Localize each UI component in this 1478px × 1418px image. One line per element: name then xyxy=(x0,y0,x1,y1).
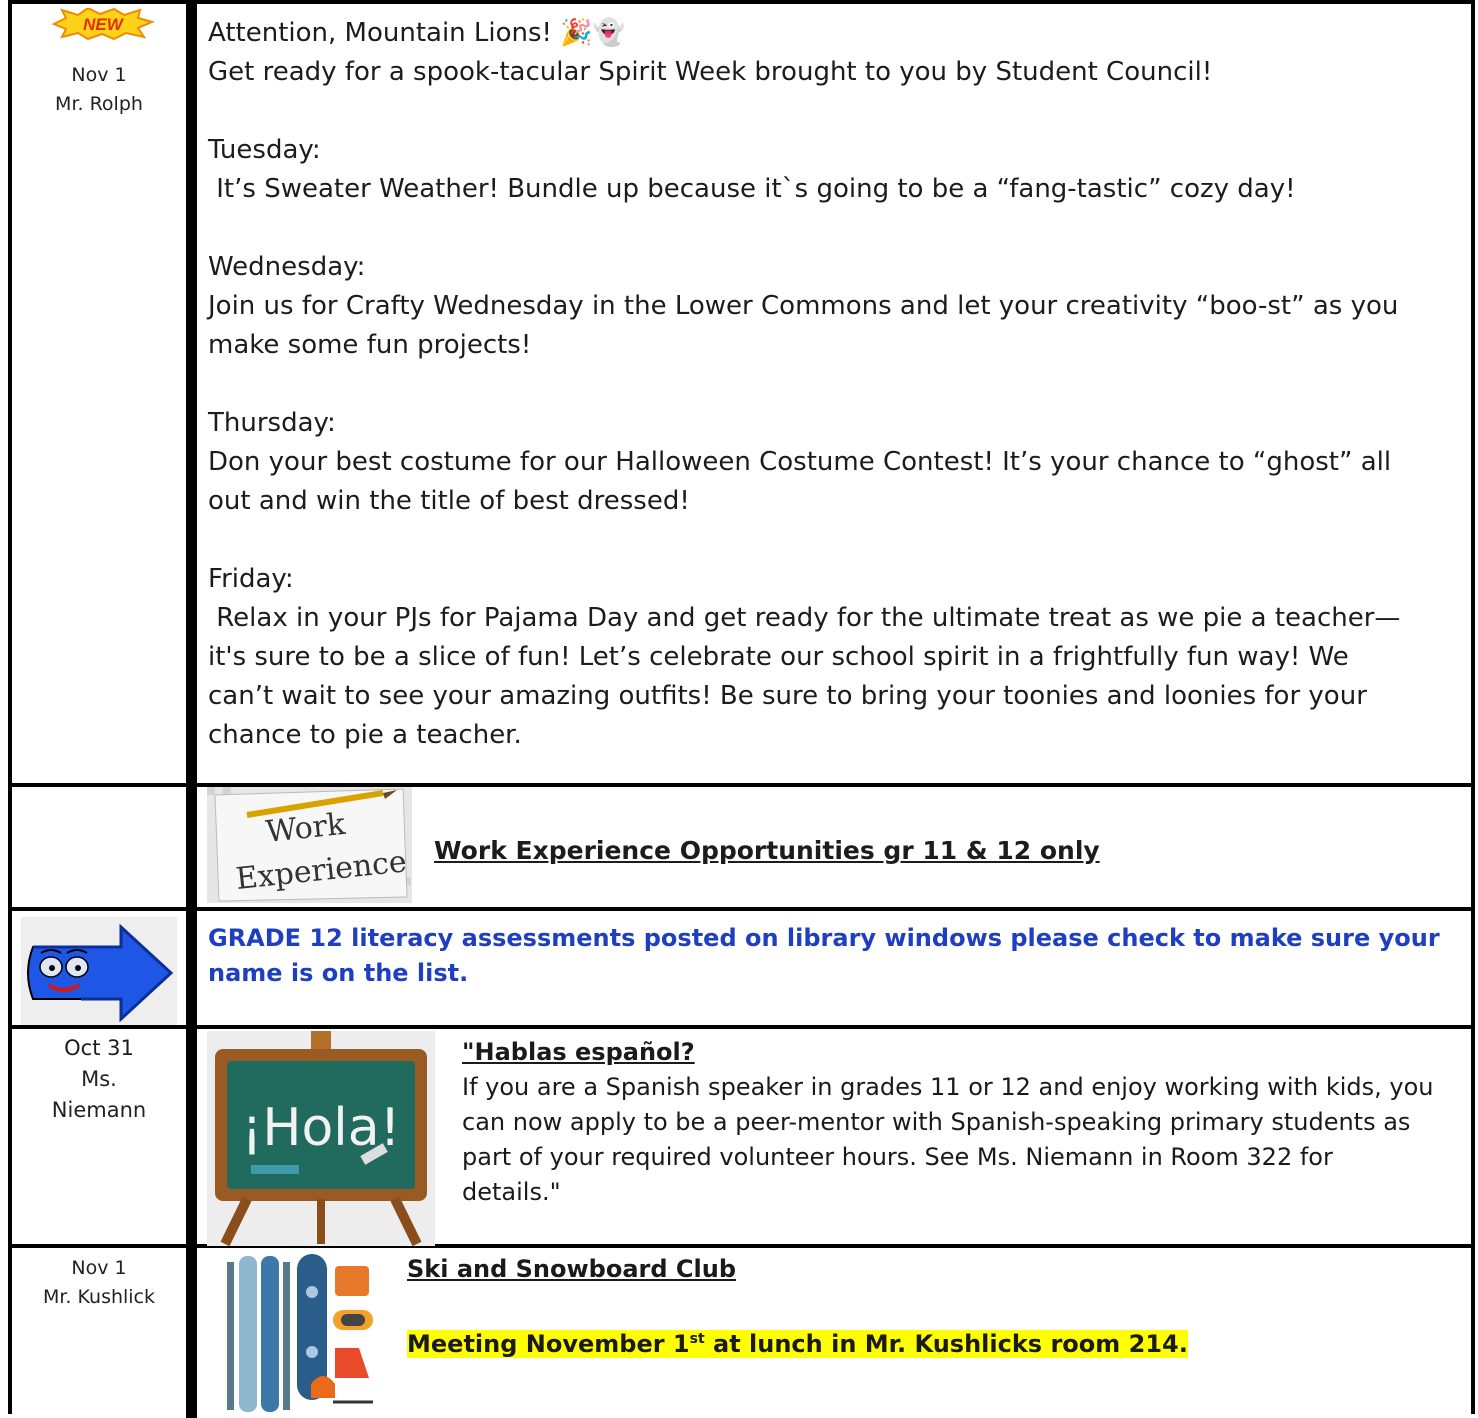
work-experience-image: Work Experience xyxy=(207,787,412,903)
ski-meeting: Meeting November 1st at lunch in Mr. Kus… xyxy=(407,1330,1188,1358)
work-experience-title[interactable]: Work Experience Opportunities gr 11 & 12… xyxy=(434,831,1100,870)
body-line xyxy=(208,209,1461,248)
body-line xyxy=(208,92,1461,131)
meta-column xyxy=(12,911,186,1025)
announcement-literacy: GRADE 12 literacy assessments posted on … xyxy=(12,911,1471,1029)
content-column: Work Experience Work Experience Opportun… xyxy=(197,787,1471,907)
post-author: Mr. Rolph xyxy=(55,93,143,115)
body-line: out and win the title of best dressed! xyxy=(208,486,690,516)
body-line: Get ready for a spook-tacular Spirit Wee… xyxy=(208,57,1213,87)
body-line: make some fun projects! xyxy=(208,330,532,360)
body-line: Tuesday: xyxy=(208,135,321,165)
announcement-spanish: Oct 31 Ms. Niemann ¡Hola! "Hablas españo… xyxy=(12,1029,1471,1248)
body-line: it's sure to be a slice of fun! Let’s ce… xyxy=(208,642,1349,672)
body-line: Wednesday: xyxy=(208,252,366,282)
body-line: If you are a Spanish speaker in grades 1… xyxy=(462,1073,1434,1101)
announcement-work-experience: Work Experience Work Experience Opportun… xyxy=(12,787,1471,911)
announcement-body: Attention, Mountain Lions! 🎉👻 Get ready f… xyxy=(208,14,1461,755)
body-line: Attention, Mountain Lions! 🎉👻 xyxy=(208,18,625,48)
body-line: Don your best costume for our Halloween … xyxy=(208,447,1392,477)
body-line: part of your required volunteer hours. S… xyxy=(462,1143,1333,1171)
body-line: Join us for Crafty Wednesday in the Lowe… xyxy=(208,291,1399,321)
meta-column: Oct 31 Ms. Niemann xyxy=(12,1029,186,1244)
spanish-title[interactable]: "Hablas español? xyxy=(462,1035,1461,1070)
meta-column xyxy=(12,787,186,907)
new-badge-icon: NEW xyxy=(51,8,155,40)
meta-column: NEW Nov 1 Mr. Rolph xyxy=(12,4,186,783)
meta-column: Nov 1 Mr. Kushlick xyxy=(12,1248,186,1418)
content-column: Attention, Mountain Lions! 🎉👻 Get ready f… xyxy=(197,4,1471,783)
body-line: chance to pie a teacher. xyxy=(208,720,522,750)
ski-body: Ski and Snowboard Club Meeting November … xyxy=(407,1252,1461,1362)
post-date: Nov 1 xyxy=(71,1257,127,1279)
content-column: GRADE 12 literacy assessments posted on … xyxy=(197,911,1471,1025)
body-line: Friday: xyxy=(208,564,294,594)
ski-equipment-image xyxy=(209,1252,379,1418)
body-line: Relax in your PJs for Pajama Day and get… xyxy=(208,603,1401,633)
post-date: Nov 1 xyxy=(71,64,127,86)
body-line: It’s Sweater Weather! Bundle up because … xyxy=(208,174,1296,204)
body-line xyxy=(208,521,1461,560)
body-line xyxy=(208,365,1461,404)
body-line: Thursday: xyxy=(208,408,336,438)
post-author-line-2: Niemann xyxy=(51,1098,147,1122)
literacy-text-line-1: GRADE 12 literacy assessments posted on … xyxy=(208,924,1440,952)
body-line: details." xyxy=(462,1178,561,1206)
announcement-ski-club: Nov 1 Mr. Kushlick Ski and Snowboard Clu… xyxy=(12,1248,1471,1418)
content-column: ¡Hola! "Hablas español? If you are a Spa… xyxy=(197,1029,1471,1246)
new-badge-text: NEW xyxy=(83,15,125,34)
post-author: Mr. Kushlick xyxy=(42,1286,156,1308)
chalkboard-image: ¡Hola! xyxy=(207,1031,435,1246)
literacy-text-line-2: name is on the list. xyxy=(208,959,469,987)
announcement-board: NEW Nov 1 Mr. Rolph Attention, Mountain … xyxy=(8,0,1475,1418)
ski-title[interactable]: Ski and Snowboard Club xyxy=(407,1252,1461,1287)
literacy-text: GRADE 12 literacy assessments posted on … xyxy=(208,921,1440,991)
body-line: can now apply to be a peer-mentor with S… xyxy=(462,1108,1411,1136)
arrow-face-icon xyxy=(21,917,177,1025)
post-author-line-1: Ms. xyxy=(81,1067,117,1091)
post-date: Oct 31 xyxy=(64,1036,134,1060)
content-column: Ski and Snowboard Club Meeting November … xyxy=(197,1248,1471,1418)
spanish-body: "Hablas español? If you are a Spanish sp… xyxy=(462,1035,1461,1210)
body-line: can’t wait to see your amazing outfits! … xyxy=(208,681,1367,711)
announcement-spirit-week: NEW Nov 1 Mr. Rolph Attention, Mountain … xyxy=(12,4,1471,787)
